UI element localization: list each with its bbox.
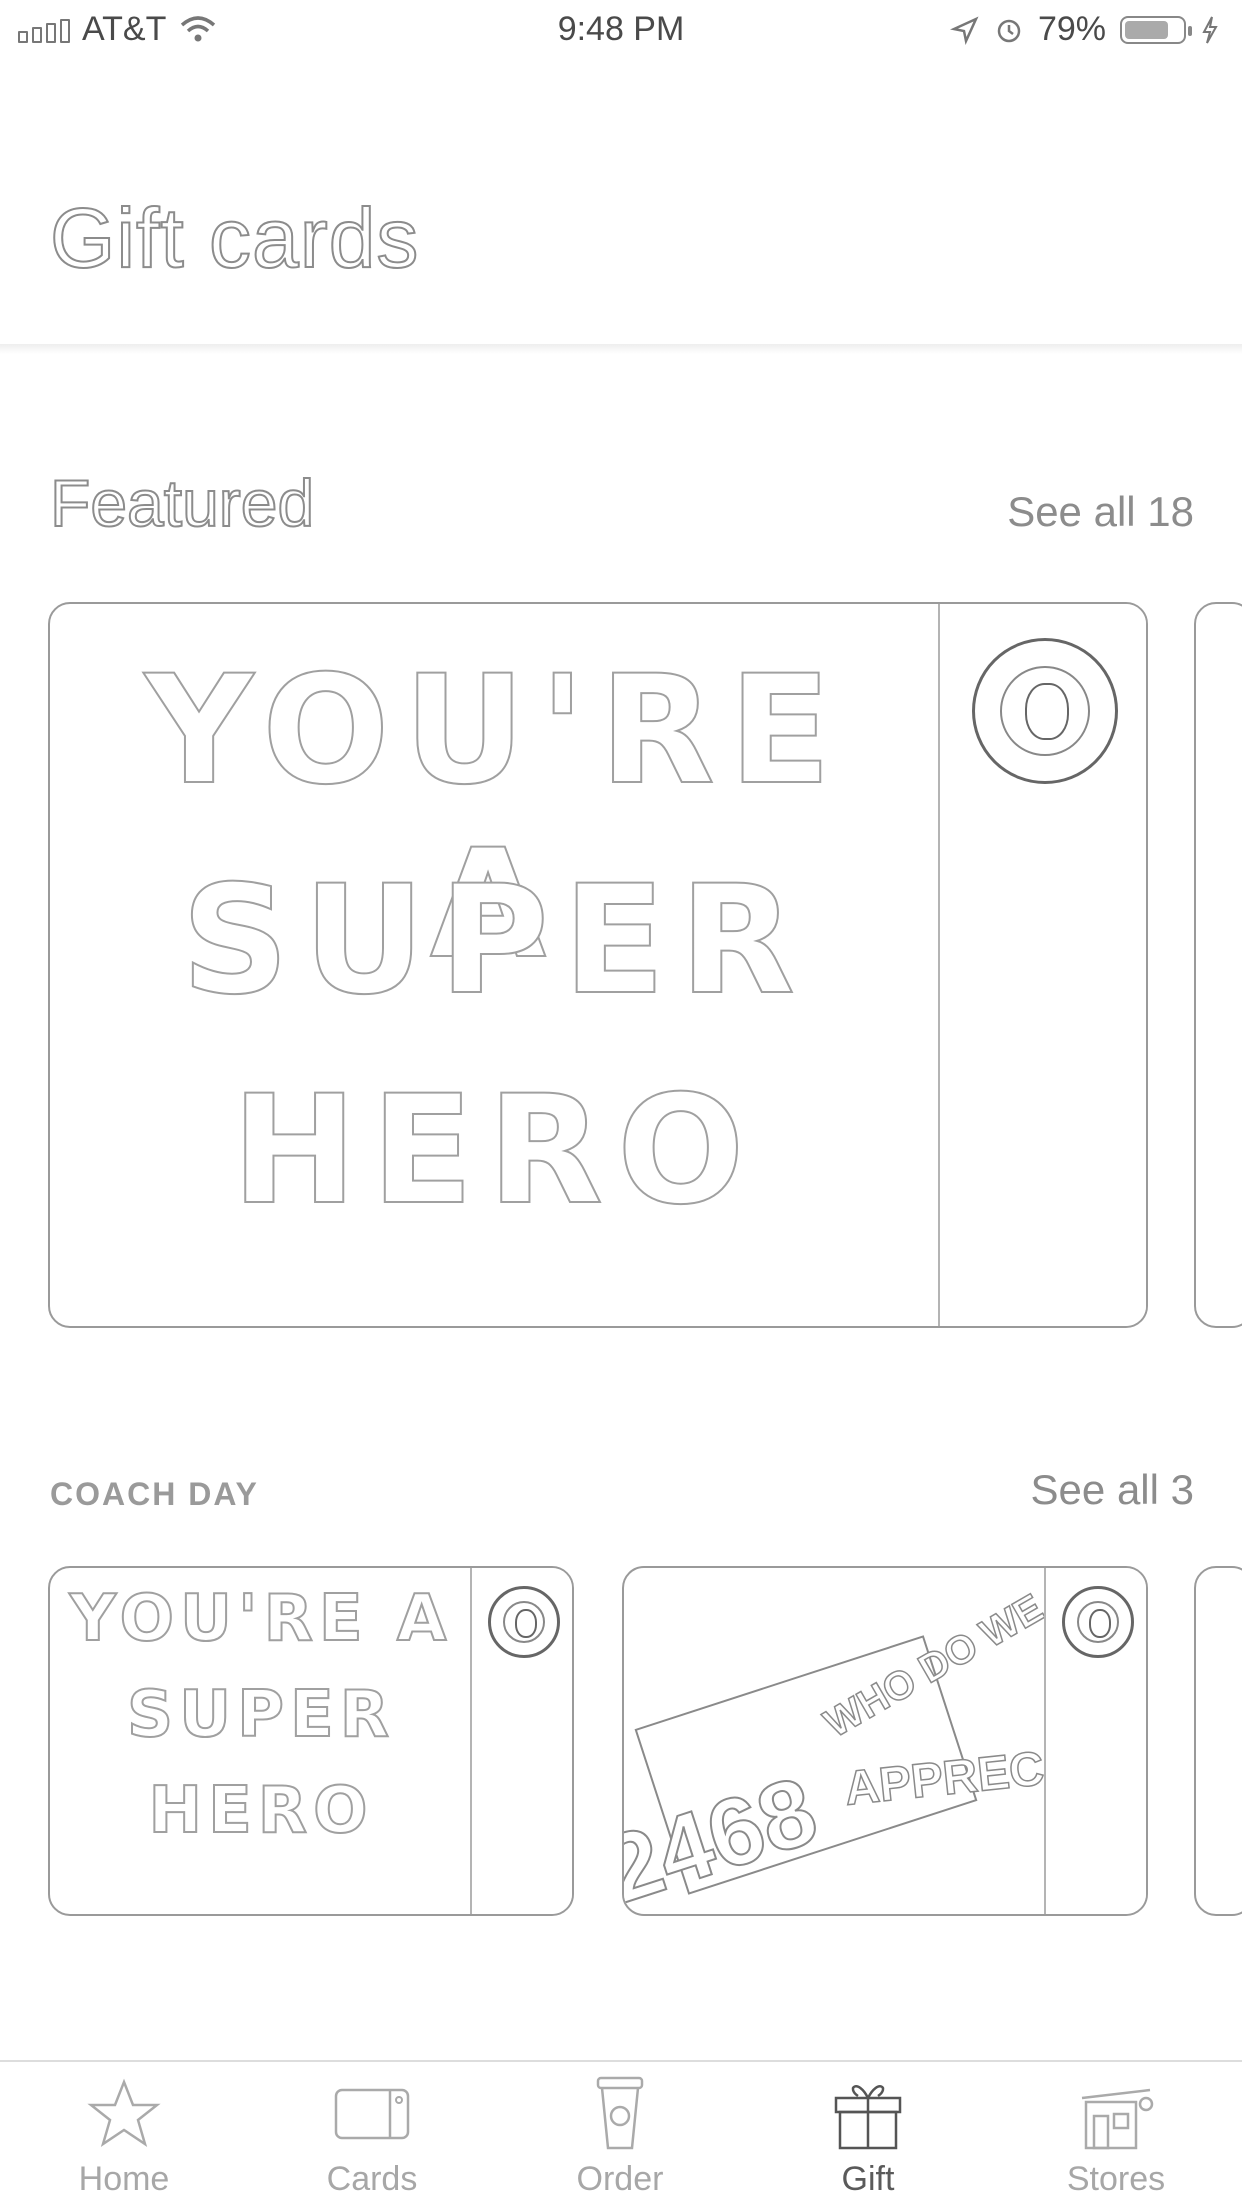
cup-icon	[596, 2076, 644, 2150]
coach-day-card-appreciate[interactable]: 2468 WHO DO WE APPRECIATE	[622, 1566, 1148, 1916]
next-featured-card[interactable]	[1194, 602, 1242, 1328]
starbucks-logo-icon	[972, 638, 1118, 784]
next-coach-day-card[interactable]	[1194, 1566, 1242, 1916]
tab-label: Home	[78, 2160, 170, 2198]
tab-label: Gift	[841, 2160, 895, 2198]
battery-fill	[1125, 20, 1168, 39]
header-divider	[0, 344, 1242, 354]
coach-day-card-superhero[interactable]: YOU'RE A SUPER HERO	[48, 1566, 574, 1916]
battery-icon	[1120, 15, 1192, 44]
charging-bolt-icon	[1202, 16, 1218, 43]
gift-icon	[834, 2085, 902, 2150]
tab-gift[interactable]: Gift	[768, 2074, 968, 2199]
coach-day-see-all-link[interactable]: See all 3	[1031, 1466, 1194, 1514]
tab-cards[interactable]: Cards	[272, 2074, 472, 2199]
gift-cards-screen: AT&T 9:48 PM 79% Gift cards Featured See…	[0, 0, 1242, 2208]
tab-bar: Home Cards Order Gift Stores	[0, 2060, 1242, 2208]
tab-label: Order	[576, 2160, 664, 2198]
tab-stores[interactable]: Stores	[1016, 2074, 1216, 2199]
featured-title: Featured	[49, 465, 315, 541]
card-strip	[470, 1568, 572, 1914]
tab-order[interactable]: Order	[520, 2074, 720, 2199]
tab-label: Cards	[326, 2160, 418, 2198]
battery-percent: 79%	[1037, 10, 1106, 48]
featured-see-all-link[interactable]: See all 18	[1007, 488, 1194, 536]
tab-label: Stores	[1066, 2160, 1166, 2198]
store-icon	[1081, 2088, 1154, 2150]
card-strip	[938, 604, 1146, 1326]
status-right: 79%	[949, 10, 1220, 49]
starbucks-logo-icon	[1062, 1586, 1134, 1658]
page-title: Gift cards	[49, 190, 420, 286]
starbucks-logo-icon	[488, 1586, 560, 1658]
alarm-icon	[997, 19, 1021, 42]
tab-home[interactable]: Home	[24, 2074, 224, 2199]
coach-day-title: COACH DAY	[50, 1476, 259, 1512]
card-icon	[334, 2088, 410, 2140]
featured-gift-card[interactable]: YOU'RE A SUPER HERO	[48, 602, 1148, 1328]
card-strip	[1044, 1568, 1146, 1914]
location-arrow-icon	[949, 15, 979, 45]
star-icon	[87, 2078, 161, 2147]
status-bar: AT&T 9:48 PM 79%	[0, 0, 1242, 60]
